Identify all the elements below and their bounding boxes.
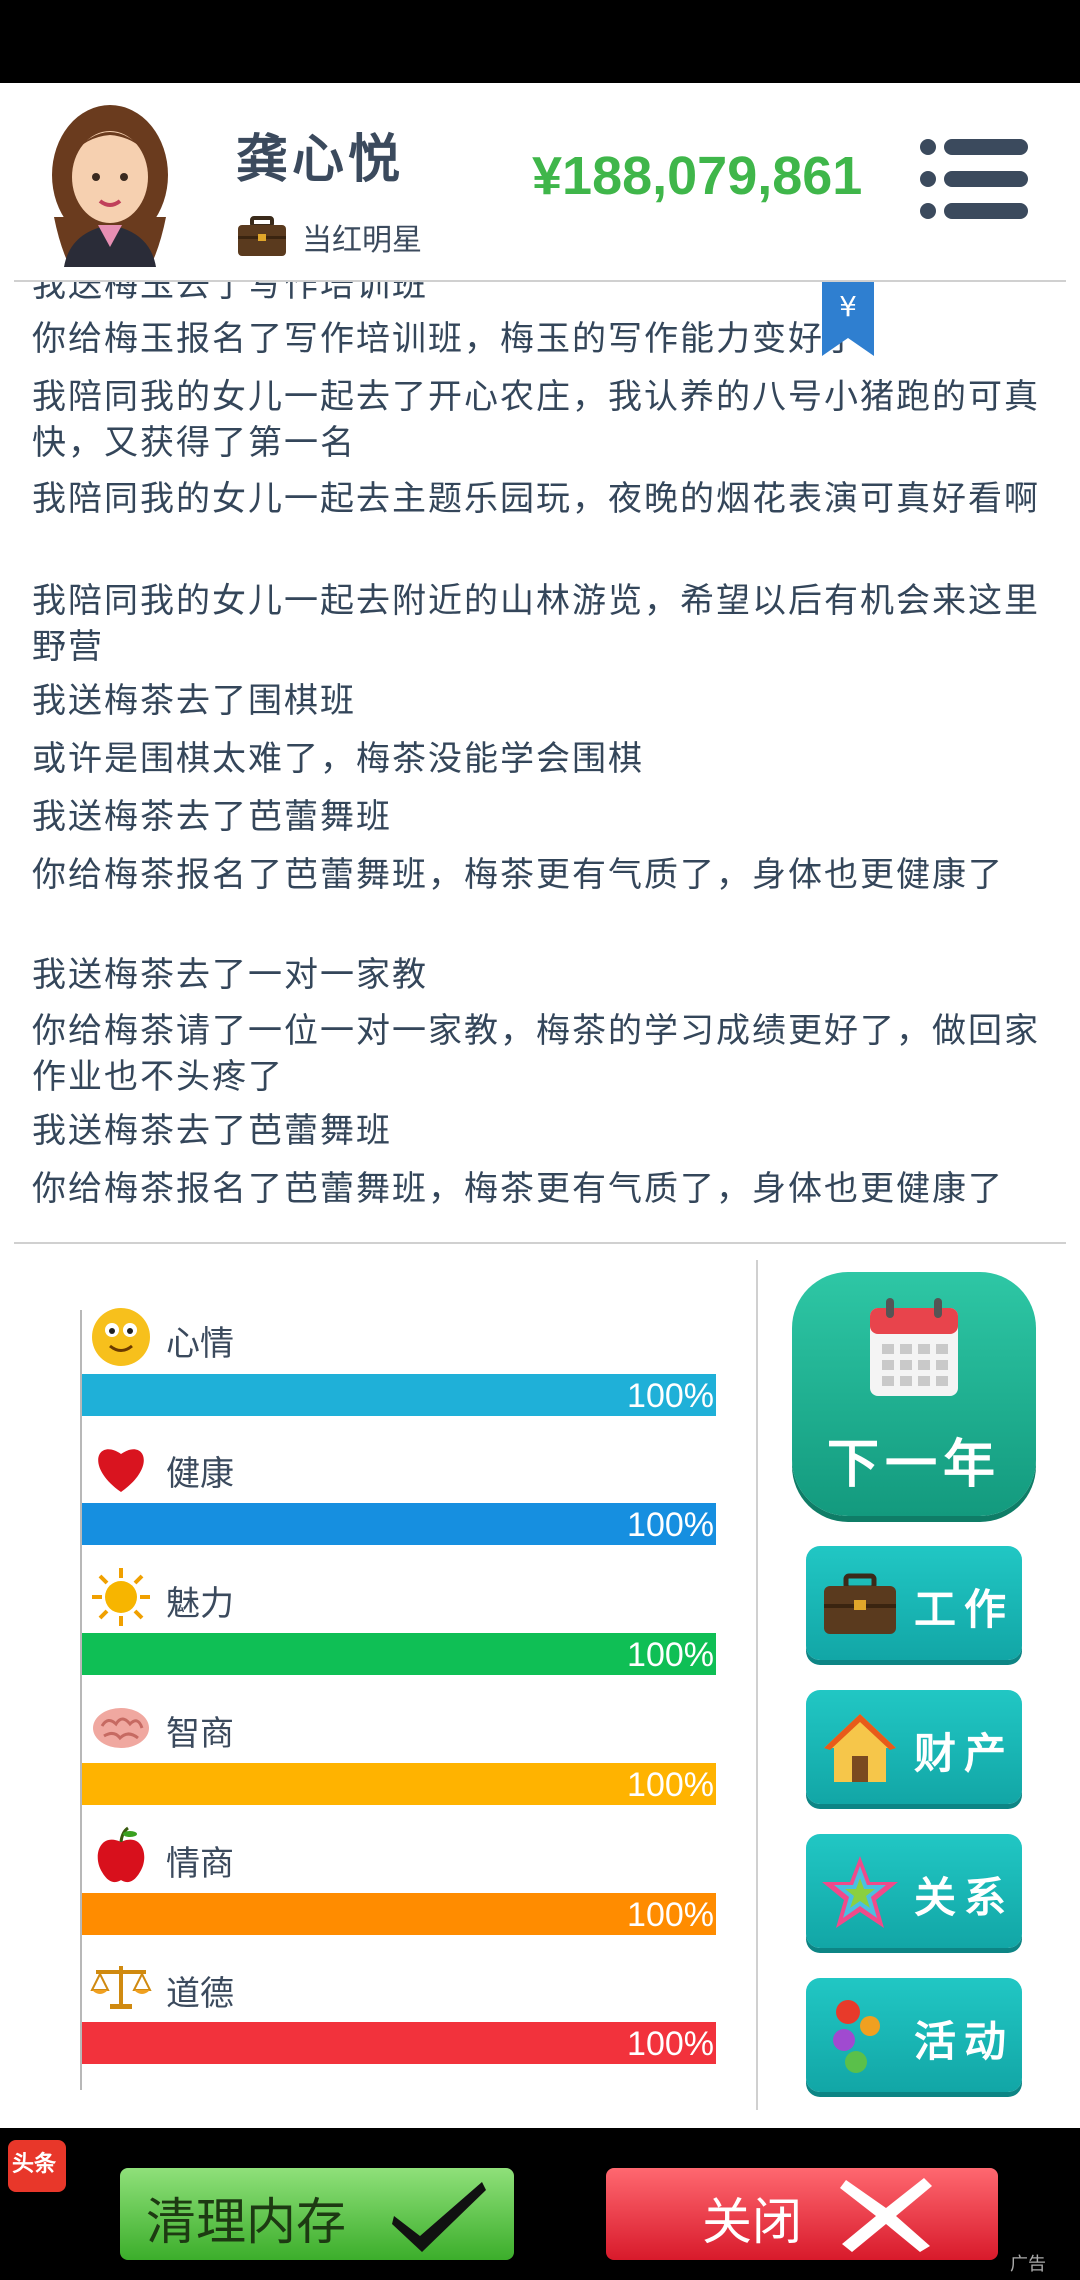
- activities-label: 活动: [914, 2017, 1015, 2066]
- close-icon: [840, 2178, 932, 2252]
- relations-label: 关系: [914, 1873, 1015, 1922]
- stat-label-mood: 心情: [166, 1324, 234, 1364]
- stat-percent: 100%: [627, 1506, 714, 1544]
- log-entry: 我送梅茶去了芭蕾舞班: [32, 797, 392, 837]
- occupation-label: 当红明星: [302, 223, 422, 258]
- log-entry: 我陪同我的女儿一起去了开心农庄，我认养的八号小猪跑的可真快，又获得了第一名: [32, 377, 1040, 463]
- next-year-button[interactable]: 下一年: [792, 1272, 1036, 1516]
- briefcase-icon: [824, 1573, 896, 1634]
- occupation: 当红明星: [236, 215, 422, 259]
- work-button[interactable]: 工作: [806, 1546, 1022, 1660]
- log-entry: 我送梅茶去了一对一家教: [32, 955, 428, 995]
- yen-flag-symbol: ¥: [839, 290, 857, 323]
- stat-bar-morality: 100%: [82, 2022, 716, 2064]
- profile-header: 龚心悦 当红明星 ¥188,079,861: [0, 83, 1080, 283]
- stat-label-eq: 情商: [166, 1844, 234, 1884]
- next-year-label: 下一年: [826, 1434, 1001, 1495]
- log-entry: 我陪同我的女儿一起去主题乐园玩，夜晚的烟花表演可真好看啊: [32, 479, 1040, 519]
- close-ad-button[interactable]: 关闭: [606, 2168, 998, 2260]
- ad-label: 广告: [1010, 2254, 1046, 2275]
- clean-memory-label: 清理内存: [146, 2193, 346, 2251]
- heart-icon: [98, 1449, 144, 1492]
- stat-fill: [82, 1633, 716, 1675]
- ad-logo[interactable]: 头条: [8, 2140, 66, 2192]
- log-entry: 你给梅玉报名了写作培训班，梅玉的写作能力变好了: [32, 319, 860, 359]
- clean-memory-button[interactable]: 清理内存: [120, 2168, 514, 2260]
- log-entry: 我送梅茶去了围棋班: [32, 681, 356, 721]
- brain-icon: [93, 1708, 149, 1748]
- log-entry: 我陪同我的女儿一起去附近的山林游览，希望以后有机会来这里野营: [32, 581, 1040, 667]
- status-bar: [0, 0, 1080, 83]
- log-entry: 或许是围棋太难了，梅茶没能学会围棋: [32, 739, 644, 779]
- stat-label-morality: 道德: [166, 1974, 234, 2014]
- stat-fill: [82, 1374, 716, 1416]
- stat-bar-charm: 100%: [82, 1633, 716, 1675]
- log-divider: [14, 1242, 1066, 1244]
- log-entry: 你给梅茶报名了芭蕾舞班，梅茶更有气质了，身体也更健康了: [32, 855, 1004, 895]
- stat-fill: [82, 2022, 716, 2064]
- stat-bar-iq: 100%: [82, 1763, 716, 1805]
- property-button[interactable]: 财产: [806, 1690, 1022, 1804]
- stat-label-iq: 智商: [166, 1714, 234, 1754]
- stats-axis: [80, 1310, 82, 2090]
- close-ad-label: 关闭: [702, 2193, 802, 2251]
- yen-bookmark-icon[interactable]: ¥: [822, 282, 874, 356]
- stat-bar-health: 100%: [82, 1503, 716, 1545]
- log-entry: 我送梅玉去了写作培训班: [32, 282, 428, 305]
- stat-label-charm: 魅力: [166, 1584, 234, 1624]
- stat-percent: 100%: [627, 1766, 714, 1804]
- log-entry: 你给梅茶请了一位一对一家教，梅茶的学习成绩更好了，做回家作业也不头疼了: [32, 1011, 1040, 1097]
- stat-label-health: 健康: [166, 1454, 234, 1494]
- event-log[interactable]: 我送梅玉去了写作培训班 你给梅玉报名了写作培训班，梅玉的写作能力变好了 我陪同我…: [0, 282, 1080, 1204]
- stat-percent: 100%: [627, 1377, 714, 1415]
- stat-fill: [82, 1763, 716, 1805]
- stat-percent: 100%: [627, 1896, 714, 1934]
- smiley-icon: [92, 1308, 150, 1366]
- money-balance: ¥188,079,861: [532, 146, 863, 206]
- sun-icon: [92, 1568, 150, 1626]
- ad-logo-text: 头条: [12, 2152, 57, 2177]
- activities-button[interactable]: 活动: [806, 1978, 1022, 2092]
- stat-bar-mood: 100%: [82, 1374, 716, 1416]
- apple-icon: [97, 1826, 145, 1883]
- briefcase-icon: [238, 216, 286, 256]
- work-label: 工作: [914, 1585, 1015, 1634]
- player-name: 龚心悦: [236, 129, 405, 190]
- star-icon: [822, 1856, 898, 1928]
- house-icon: [824, 1714, 896, 1782]
- activities-icon: [833, 2000, 880, 2073]
- stat-fill: [82, 1893, 716, 1935]
- menu-icon[interactable]: [918, 137, 1028, 221]
- log-entry: 你给梅茶报名了芭蕾舞班，梅茶更有气质了，身体也更健康了: [32, 1169, 1004, 1204]
- relations-button[interactable]: 关系: [806, 1834, 1022, 1948]
- stat-fill: [82, 1503, 716, 1545]
- log-entry: 我送梅茶去了芭蕾舞班: [32, 1111, 392, 1151]
- avatar[interactable]: [40, 97, 180, 267]
- stat-percent: 100%: [627, 2025, 714, 2063]
- stat-bar-eq: 100%: [82, 1893, 716, 1935]
- checkmark-icon: [392, 2182, 486, 2252]
- scales-icon: [90, 1966, 152, 2009]
- stat-percent: 100%: [627, 1636, 714, 1674]
- panel-divider: [756, 1260, 758, 2110]
- calendar-icon: [870, 1298, 958, 1396]
- property-label: 财产: [914, 1729, 1015, 1778]
